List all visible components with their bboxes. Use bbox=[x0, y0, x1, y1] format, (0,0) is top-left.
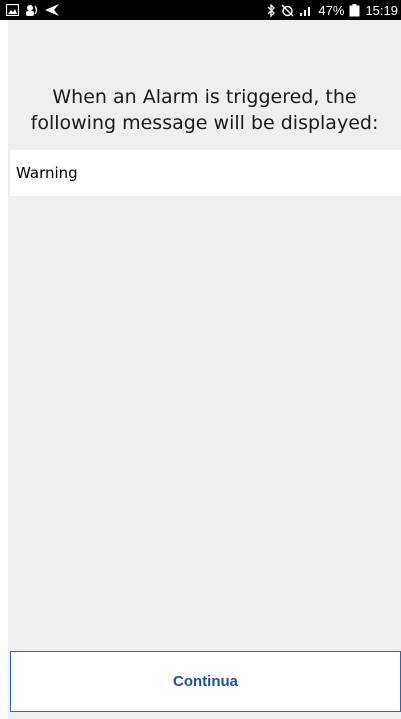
alarm-message-value: Warning bbox=[16, 164, 78, 182]
prompt-line-2: following message will be displayed: bbox=[30, 112, 379, 134]
status-bar: 47% 15:19 bbox=[0, 0, 401, 20]
alarm-message-field[interactable]: Warning bbox=[10, 150, 401, 196]
continue-button[interactable]: Continua bbox=[10, 651, 401, 712]
battery-icon bbox=[349, 3, 360, 17]
continue-button-label: Continua bbox=[173, 673, 238, 690]
alarm-off-icon bbox=[281, 4, 294, 17]
status-bar-left bbox=[6, 4, 59, 16]
alarm-message-prompt: When an Alarm is triggered, the followin… bbox=[8, 84, 401, 136]
status-bar-right: 47% 15:19 bbox=[267, 3, 398, 18]
app-screen: 47% 15:19 When an Alarm is triggered, th… bbox=[0, 0, 401, 719]
battery-percent: 47% bbox=[318, 2, 345, 18]
screen-left-edge bbox=[0, 20, 8, 719]
image-icon bbox=[6, 4, 19, 16]
send-icon bbox=[45, 4, 59, 16]
people-icon bbox=[24, 4, 40, 16]
bluetooth-icon bbox=[267, 3, 276, 17]
signal-icon bbox=[299, 4, 313, 16]
clock-time: 15:19 bbox=[365, 2, 398, 18]
main-content: When an Alarm is triggered, the followin… bbox=[8, 20, 401, 650]
bottom-strip bbox=[8, 712, 401, 719]
prompt-line-1: When an Alarm is triggered, the bbox=[52, 86, 357, 108]
